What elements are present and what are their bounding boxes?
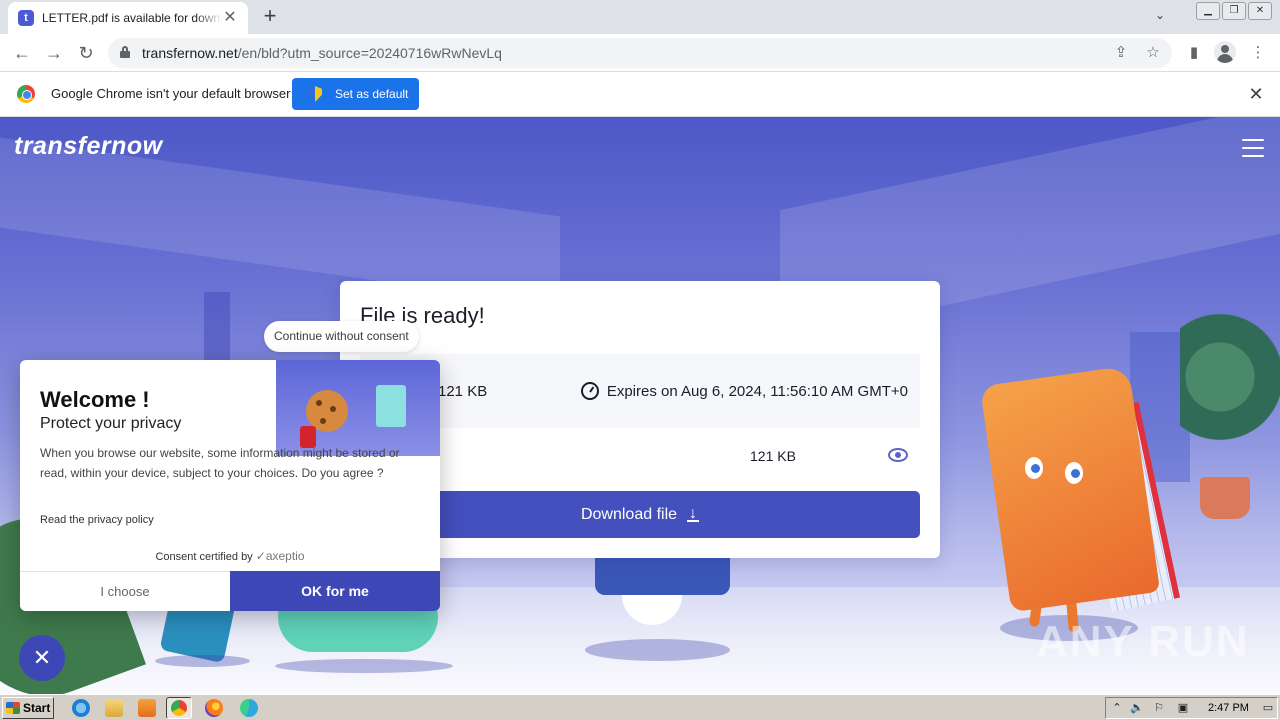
file-explorer-icon[interactable] <box>105 699 123 717</box>
privacy-policy-link[interactable]: Read the privacy policy <box>40 514 154 526</box>
url-text[interactable]: transfernow.net/en/bld?utm_source=202407… <box>142 45 502 61</box>
tray-expand-icon[interactable]: ⌃ <box>1110 701 1124 715</box>
certified-by-text: Consent certified by <box>155 551 253 563</box>
download-icon: ↓ <box>687 505 700 522</box>
ok-for-me-button[interactable]: OK for me <box>230 571 440 611</box>
set-as-default-button[interactable]: Set as default <box>292 78 419 110</box>
axeptio-name: axeptio <box>265 549 305 563</box>
download-label: Download file <box>580 505 678 523</box>
media-player-icon[interactable] <box>138 699 156 717</box>
browser-tab[interactable]: t LETTER.pdf is available for download ✕ <box>8 2 248 34</box>
chrome-logo-icon <box>17 85 35 103</box>
transfernow-logo[interactable]: transfernow <box>14 132 163 161</box>
consent-illustration <box>276 360 440 456</box>
default-browser-infobar: Google Chrome isn't your default browser… <box>0 72 1280 117</box>
url-path: /en/bld?utm_source=20240716wRwNevLq <box>237 45 502 61</box>
back-arrow-icon[interactable]: ← <box>10 41 34 65</box>
document-character-icon <box>376 385 406 427</box>
floor-shadow <box>155 655 250 667</box>
system-tray: ⌃ 🔈 ⚐ ▣ 2:47 PM ▭ <box>1105 697 1278 719</box>
show-desktop-icon[interactable]: ▭ <box>1261 701 1275 715</box>
profile-avatar-icon[interactable] <box>1214 41 1236 63</box>
share-icon[interactable]: ⇪ <box>1112 44 1130 62</box>
side-panel-icon[interactable]: ▮ <box>1183 42 1205 64</box>
expiry-info: Expires on Aug 6, 2024, 11:56:10 AM GMT+… <box>580 382 908 400</box>
network-icon[interactable]: ▣ <box>1176 701 1190 715</box>
plant-pot-illustration <box>1200 477 1250 519</box>
monitor-illustration <box>595 557 730 595</box>
expiry-text: Expires on Aug 6, 2024, 11:56:10 AM GMT+… <box>606 382 908 400</box>
tab-search-chevron-icon[interactable]: ⌄ <box>1150 8 1170 26</box>
browser-toolbar: ← → ↻ transfernow.net/en/bld?utm_source=… <box>0 34 1280 72</box>
i-choose-button[interactable]: I choose <box>20 571 230 611</box>
kebab-menu-icon[interactable]: ⋮ <box>1247 42 1269 64</box>
infobar-message: Google Chrome isn't your default browser <box>51 86 291 101</box>
folder-eye-illustration <box>1065 462 1083 484</box>
preview-eye-icon[interactable] <box>888 448 908 462</box>
tab-title: LETTER.pdf is available for download <box>42 11 222 25</box>
start-label: Start <box>23 701 51 715</box>
minimize-button[interactable]: ▁ <box>1196 2 1220 20</box>
axeptio-logo-icon: ✓ <box>255 549 266 563</box>
firefox-icon[interactable] <box>205 699 223 717</box>
anyrun-watermark: ANY RUN <box>1036 617 1250 666</box>
edge-icon[interactable] <box>240 699 258 717</box>
floor-shadow <box>585 639 730 661</box>
uac-shield-icon <box>308 86 322 102</box>
action-center-flag-icon[interactable]: ⚐ <box>1152 701 1166 715</box>
taskbar-clock[interactable]: 2:47 PM <box>1208 702 1249 714</box>
forward-arrow-icon[interactable]: → <box>42 41 66 65</box>
bookmark-star-icon[interactable]: ☆ <box>1144 44 1162 62</box>
windows-flag-icon <box>6 702 20 714</box>
total-size: 121 KB <box>438 383 488 400</box>
tab-close-icon[interactable]: ✕ <box>222 10 238 26</box>
close-window-button[interactable]: ✕ <box>1248 2 1272 20</box>
file-size: 121 KB <box>750 448 796 464</box>
tab-strip: t LETTER.pdf is available for download ✕… <box>0 0 1280 34</box>
restore-button[interactable]: ❐ <box>1222 2 1246 20</box>
consent-body: When you browse our website, some inform… <box>40 446 400 480</box>
consent-certified: Consent certified by ✓axeptio <box>20 549 440 563</box>
plant-illustration <box>1180 313 1280 473</box>
close-consent-icon[interactable]: ✕ <box>19 635 65 681</box>
address-bar[interactable]: transfernow.net/en/bld?utm_source=202407… <box>108 38 1172 68</box>
download-file-button[interactable]: Download file ↓ <box>360 491 920 538</box>
floor-shadow <box>275 659 453 673</box>
consent-heading: Welcome ! <box>40 387 150 412</box>
set-as-default-label: Set as default <box>335 87 409 101</box>
lock-icon[interactable] <box>120 46 130 58</box>
chrome-taskbar-button[interactable] <box>166 697 192 719</box>
new-tab-button[interactable]: + <box>258 5 282 29</box>
windows-taskbar: Start ⌃ 🔈 ⚐ ▣ 2:47 PM ▭ <box>0 694 1280 720</box>
chrome-icon <box>171 700 187 716</box>
continue-without-consent-button[interactable]: Continue without consent <box>264 321 419 352</box>
reload-icon[interactable]: ↻ <box>74 41 98 65</box>
start-button[interactable]: Start <box>2 697 54 719</box>
folder-character-illustration <box>979 365 1161 613</box>
internet-explorer-icon[interactable] <box>72 699 90 717</box>
consent-subheading: Protect your privacy <box>40 415 182 432</box>
volume-icon[interactable]: 🔈 <box>1130 701 1144 715</box>
window-controls: ▁ ❐ ✕ <box>1196 0 1272 20</box>
transfernow-page: transfernow File is ready! 121 KB Expire… <box>0 117 1280 694</box>
file-row: f 121 KB <box>360 436 920 476</box>
timer-icon <box>580 382 599 400</box>
hamburger-menu-icon[interactable] <box>1242 139 1264 157</box>
folder-eye-illustration <box>1025 457 1043 479</box>
infobar-close-icon[interactable]: ✕ <box>1246 84 1266 104</box>
consent-dialog: Welcome ! Protect your privacy When you … <box>20 360 440 611</box>
transfer-meta-row: 121 KB Expires on Aug 6, 2024, 11:56:10 … <box>360 354 920 428</box>
url-host: transfernow.net <box>142 45 238 61</box>
transfernow-favicon-icon: t <box>18 10 34 26</box>
